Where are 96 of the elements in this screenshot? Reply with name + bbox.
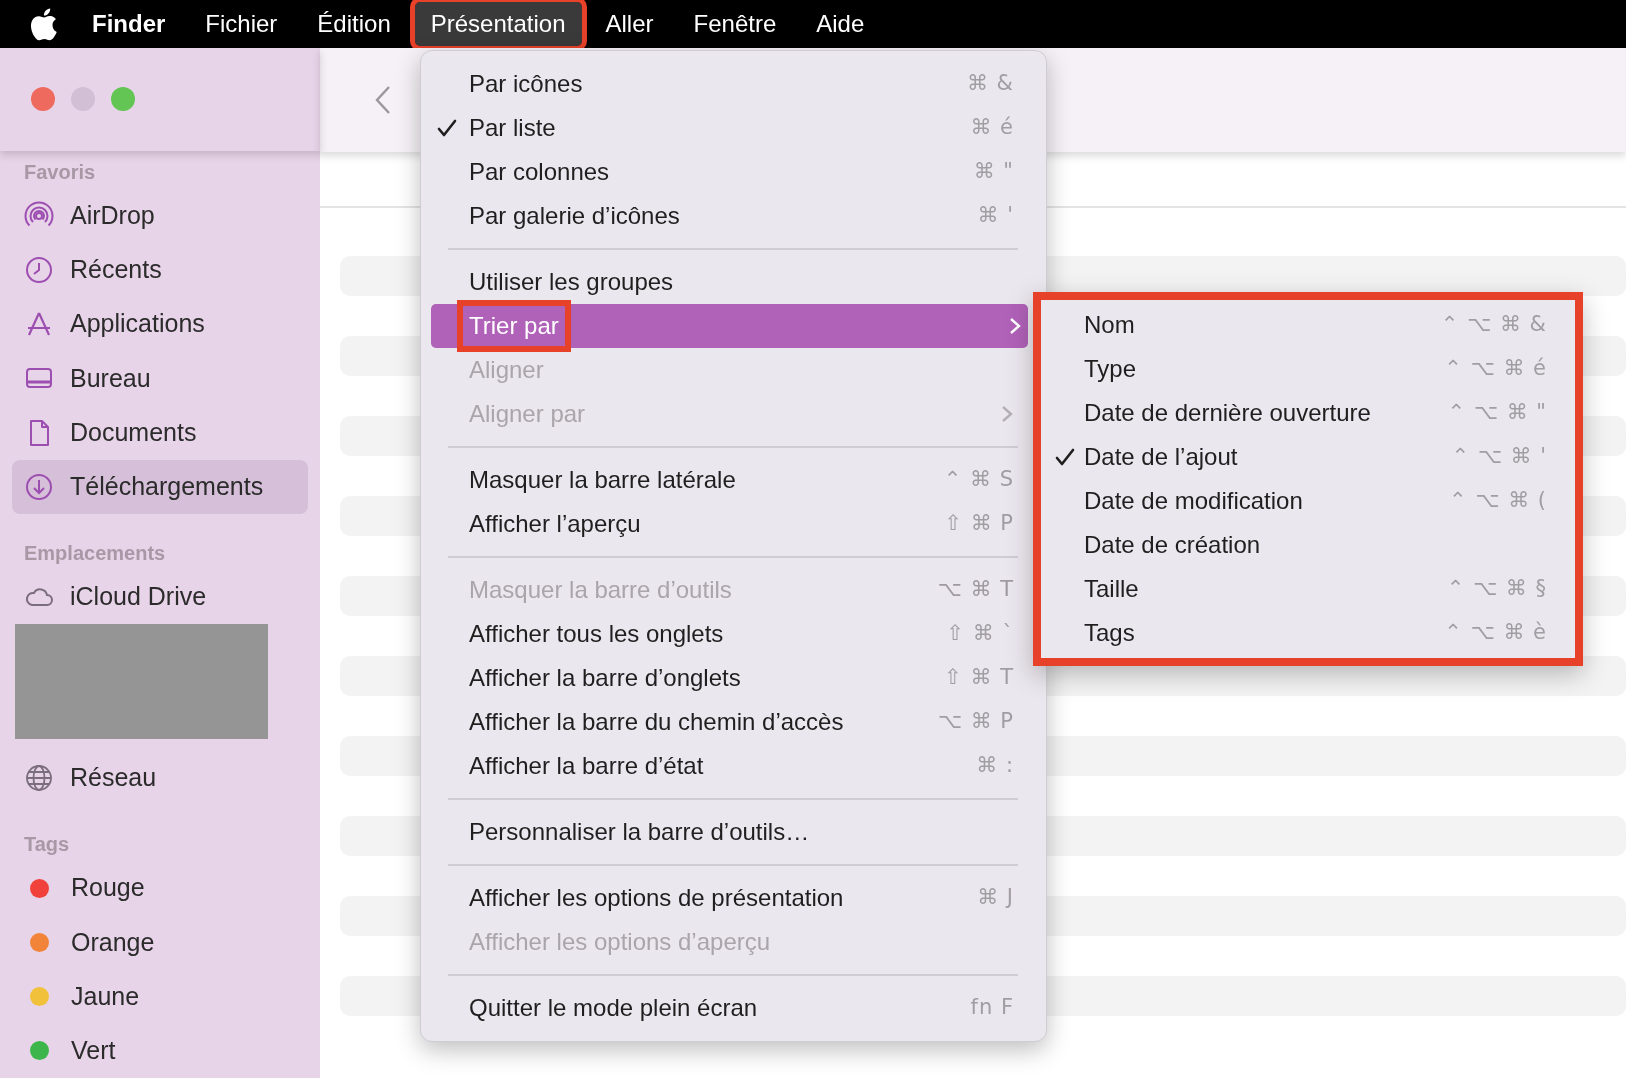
- menu-item[interactable]: Masquer la barre latérale ⌃ ⌘ S: [421, 458, 1028, 502]
- menu-item[interactable]: Afficher la barre d’onglets ⇧ ⌘ T: [421, 656, 1028, 700]
- sidebar-item[interactable]: Téléchargements: [12, 459, 308, 515]
- shortcut-text: ⌃ ⌥ ⌘ §: [1446, 575, 1547, 603]
- back-icon[interactable]: [375, 85, 391, 115]
- menu-item[interactable]: Date de modification ⌃ ⌥ ⌘ (: [1041, 479, 1575, 523]
- item-label: Utiliser les groupes: [468, 267, 675, 297]
- item-label: Afficher la barre d’onglets: [468, 663, 742, 693]
- item-label: Nom: [1083, 310, 1136, 340]
- item-label: Type: [1083, 354, 1138, 384]
- item-label: Aligner: [468, 355, 545, 385]
- shortcut-text: ⌃ ⌥ ⌘ ': [1451, 443, 1547, 471]
- item-label: Par colonnes: [468, 157, 611, 187]
- menu-item[interactable]: Date de dernière ouverture ⌃ ⌥ ⌘ ": [1041, 391, 1575, 435]
- shortcut-text: ⇧ ⌘ T: [944, 664, 1014, 692]
- shortcut-text: ⌘ &: [966, 70, 1014, 98]
- item-label: Masquer la barre d’outils: [468, 575, 733, 605]
- sidebar-item[interactable]: Rouge: [12, 861, 308, 916]
- download-icon: [24, 471, 54, 502]
- item-label: Taille: [1083, 574, 1140, 604]
- menu-title[interactable]: Édition: [301, 2, 407, 46]
- shortcut-text: ⌃ ⌘ S: [943, 466, 1014, 494]
- apple-icon[interactable]: [28, 7, 58, 41]
- clock-icon: [24, 254, 54, 285]
- item-label: Par galerie d’icônes: [468, 201, 681, 231]
- menu-item[interactable]: Date de l’ajout ⌃ ⌥ ⌘ ': [1041, 435, 1575, 479]
- sidebar-item[interactable]: Réseau: [12, 750, 308, 805]
- menu-item[interactable]: Type ⌃ ⌥ ⌘ é: [1041, 347, 1575, 391]
- menu-title[interactable]: Fenêtre: [677, 2, 793, 46]
- menu-item[interactable]: Par liste ⌘ é: [421, 106, 1028, 150]
- shortcut-text: ⌥ ⌘ P: [937, 708, 1014, 736]
- shortcut-text: ⌃ ⌥ ⌘ &: [1440, 311, 1547, 339]
- shortcut-text: ⌥ ⌘ T: [937, 576, 1014, 604]
- sidebar-item[interactable]: Vert: [12, 1023, 308, 1078]
- sidebar-item[interactable]: Récents: [12, 242, 308, 298]
- section-heading: Tags: [23, 832, 71, 857]
- item-label: Afficher la barre du chemin d’accès: [468, 707, 845, 737]
- menu-item[interactable]: Afficher la barre d’état ⌘ :: [421, 744, 1028, 788]
- sidebar-item[interactable]: iCloud Drive: [12, 570, 308, 625]
- sidebar-item[interactable]: Bureau: [12, 351, 308, 406]
- item-label: Afficher les options d’aperçu: [468, 927, 772, 957]
- section-heading: Favoris: [23, 159, 97, 185]
- menu-item[interactable]: Afficher tous les onglets ⇧ ⌘ `: [421, 612, 1028, 656]
- shortcut-text: ⌘ J: [977, 884, 1014, 912]
- menu-item[interactable]: Afficher l’aperçu ⇧ ⌘ P: [421, 502, 1028, 546]
- item-label: Afficher l’aperçu: [468, 509, 642, 539]
- item-label: Afficher la barre d’état: [468, 751, 705, 781]
- shortcut-text: ⌃ ⌥ ⌘ è: [1444, 619, 1547, 647]
- item-label: Quitter le mode plein écran: [468, 993, 759, 1023]
- menu-title[interactable]: Finder: [76, 2, 182, 46]
- item-label: Aligner par: [468, 399, 587, 429]
- shortcut-text: ⌃ ⌥ ⌘ (: [1449, 487, 1547, 515]
- shortcut-text: ⇧ ⌘ P: [944, 510, 1014, 538]
- item-label: Tags: [1083, 618, 1136, 648]
- menu-item[interactable]: Par icônes ⌘ &: [421, 62, 1028, 106]
- zoom-button[interactable]: [111, 87, 135, 112]
- item-label: Afficher tous les onglets: [468, 619, 725, 649]
- menu-item[interactable]: Personnaliser la barre d’outils…: [421, 810, 1028, 854]
- item-label: Date de l’ajout: [1083, 442, 1239, 472]
- sidebar-item[interactable]: AirDrop: [12, 188, 308, 243]
- menu-item[interactable]: Date de création: [1041, 523, 1575, 567]
- shortcut-text: ⇧ ⌘ `: [946, 620, 1014, 648]
- shortcut-text: ⌘ ': [977, 202, 1014, 230]
- section-heading: Emplacements: [23, 541, 167, 567]
- sidebar-item[interactable]: Documents: [12, 405, 308, 460]
- item-label: Date de création: [1083, 530, 1262, 560]
- menu-item[interactable]: Taille ⌃ ⌥ ⌘ §: [1041, 567, 1575, 611]
- item-label: Date de modification: [1083, 486, 1304, 516]
- menu-item[interactable]: Afficher les options de présentation ⌘ J: [421, 876, 1028, 920]
- sidebar-item[interactable]: Orange: [12, 915, 308, 970]
- menu-title[interactable]: Aller: [589, 2, 670, 46]
- menu-item[interactable]: Tags ⌃ ⌥ ⌘ è: [1041, 611, 1575, 655]
- item-label: Par icônes: [468, 69, 584, 99]
- item-label: Par liste: [468, 113, 557, 143]
- menu-item[interactable]: Nom ⌃ ⌥ ⌘ &: [1041, 303, 1575, 347]
- menu-title[interactable]: Fichier: [189, 2, 294, 46]
- shortcut-text: ⌘ ": [973, 158, 1014, 186]
- shortcut-text: fn F: [970, 994, 1014, 1022]
- menu-item[interactable]: Par colonnes ⌘ ": [421, 150, 1028, 194]
- menu-title[interactable]: Aide: [800, 2, 881, 46]
- sidebar-item[interactable]: Applications: [12, 297, 308, 352]
- sidebar-item[interactable]: Jaune: [12, 969, 308, 1024]
- shortcut-text: ⌃ ⌥ ⌘ é: [1444, 355, 1547, 383]
- shortcut-text: ⌘ :: [976, 752, 1014, 780]
- item-label: Afficher les options de présentation: [468, 883, 845, 913]
- close-button[interactable]: [31, 87, 55, 112]
- shortcut-text: ⌃ ⌥ ⌘ ": [1447, 399, 1547, 427]
- menu-item[interactable]: Quitter le mode plein écran fn F: [421, 986, 1028, 1030]
- item-label: Masquer la barre latérale: [468, 465, 737, 495]
- item-label: Personnaliser la barre d’outils…: [468, 817, 811, 847]
- item-label: Date de dernière ouverture: [1083, 398, 1372, 428]
- menu-item[interactable]: Afficher la barre du chemin d’accès ⌥ ⌘ P: [421, 700, 1028, 744]
- shortcut-text: ⌘ é: [970, 114, 1014, 142]
- item-label: Trier par: [457, 300, 571, 352]
- menu-item[interactable]: Par galerie d’icônes ⌘ ': [421, 194, 1028, 238]
- globe-icon: [24, 762, 54, 793]
